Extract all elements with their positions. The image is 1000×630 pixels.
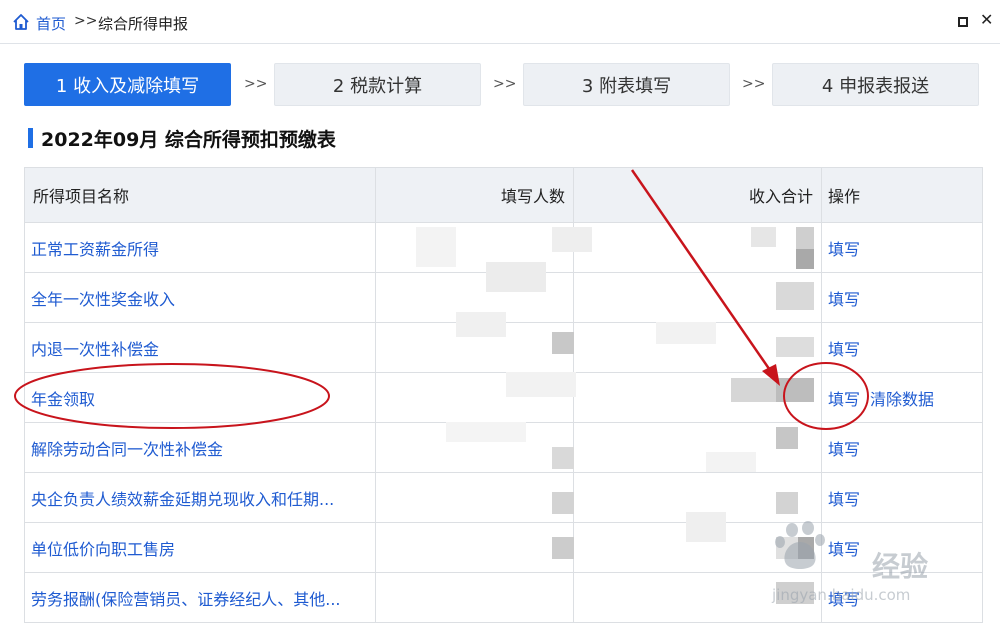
step-schedule-fill[interactable]: 3 附表填写 <box>523 63 730 106</box>
table-row: 全年一次性奖金收入 填写 <box>24 272 983 323</box>
item-name-link[interactable]: 正常工资薪金所得 <box>24 222 376 273</box>
watermark-text: 经验 <box>872 550 929 583</box>
operation-cell: 填写 <box>821 472 983 523</box>
breadcrumb-home-link[interactable]: 首页 <box>36 13 66 34</box>
breadcrumb-current: 综合所得申报 <box>98 15 189 33</box>
section-title: 2022年09月 综合所得预扣预缴表 <box>41 129 336 151</box>
filler-count-cell <box>375 372 574 423</box>
step-arrow: >> <box>493 76 517 92</box>
header-operation: 操作 <box>821 167 983 223</box>
income-total-cell <box>573 322 822 373</box>
step-income-deduction[interactable]: 1 收入及减除填写 <box>24 63 231 106</box>
home-icon[interactable] <box>12 13 30 31</box>
income-total-cell <box>573 222 822 273</box>
operation-cell: 填写 清除数据 <box>821 372 983 423</box>
step-arrow: >> <box>742 76 766 92</box>
operation-cell: 填写 <box>821 422 983 473</box>
filler-count-cell <box>375 222 574 273</box>
item-name-link[interactable]: 央企负责人绩效薪金延期兑现收入和任期... <box>24 472 376 523</box>
filler-count-cell <box>375 422 574 473</box>
income-total-cell <box>573 472 822 523</box>
close-icon[interactable]: ✕ <box>980 10 993 30</box>
filler-count-cell <box>375 572 574 623</box>
operation-cell: 填写 <box>821 272 983 323</box>
header-filler-count: 填写人数 <box>375 167 574 223</box>
maximize-icon[interactable] <box>958 17 968 27</box>
table-row: 内退一次性补偿金 填写 <box>24 322 983 373</box>
header-item-name: 所得项目名称 <box>24 167 376 223</box>
top-bar: 首页 >> 综合所得申报 ✕ <box>0 0 1000 44</box>
fill-link[interactable]: 填写 <box>828 390 860 409</box>
step-submit-report[interactable]: 4 申报表报送 <box>772 63 979 106</box>
fill-link[interactable]: 填写 <box>828 440 860 459</box>
table-header-row: 所得项目名称 填写人数 收入合计 操作 <box>24 167 983 223</box>
income-total-cell <box>573 372 822 423</box>
filler-count-cell <box>375 522 574 573</box>
table-row: 央企负责人绩效薪金延期兑现收入和任期... 填写 <box>24 472 983 523</box>
title-accent-bar <box>28 128 33 148</box>
fill-link[interactable]: 填写 <box>828 490 860 509</box>
header-income-total: 收入合计 <box>573 167 822 223</box>
clear-data-link[interactable]: 清除数据 <box>870 390 934 409</box>
item-name-link[interactable]: 年金领取 <box>24 372 376 423</box>
table-row: 正常工资薪金所得 填写 <box>24 222 983 273</box>
fill-link[interactable]: 填写 <box>828 340 860 359</box>
step-arrow: >> <box>244 76 268 92</box>
income-total-cell <box>573 422 822 473</box>
fill-link[interactable]: 填写 <box>828 240 860 259</box>
operation-cell: 填写 <box>821 322 983 373</box>
income-total-cell <box>573 272 822 323</box>
watermark-url: jingyan.baidu.com <box>772 586 911 604</box>
table-row: 解除劳动合同一次性补偿金 填写 <box>24 422 983 473</box>
watermark-logo <box>775 521 825 569</box>
filler-count-cell <box>375 272 574 323</box>
table-row: 年金领取 填写 清除数据 <box>24 372 983 423</box>
item-name-link[interactable]: 解除劳动合同一次性补偿金 <box>24 422 376 473</box>
filler-count-cell <box>375 472 574 523</box>
item-name-link[interactable]: 内退一次性补偿金 <box>24 322 376 373</box>
item-name-link[interactable]: 劳务报酬(保险营销员、证券经纪人、其他... <box>24 572 376 623</box>
filler-count-cell <box>375 322 574 373</box>
operation-cell: 填写 <box>821 222 983 273</box>
step-tax-calculation[interactable]: 2 税款计算 <box>274 63 481 106</box>
fill-link[interactable]: 填写 <box>828 290 860 309</box>
breadcrumb-separator: >> <box>74 13 98 29</box>
item-name-link[interactable]: 单位低价向职工售房 <box>24 522 376 573</box>
item-name-link[interactable]: 全年一次性奖金收入 <box>24 272 376 323</box>
